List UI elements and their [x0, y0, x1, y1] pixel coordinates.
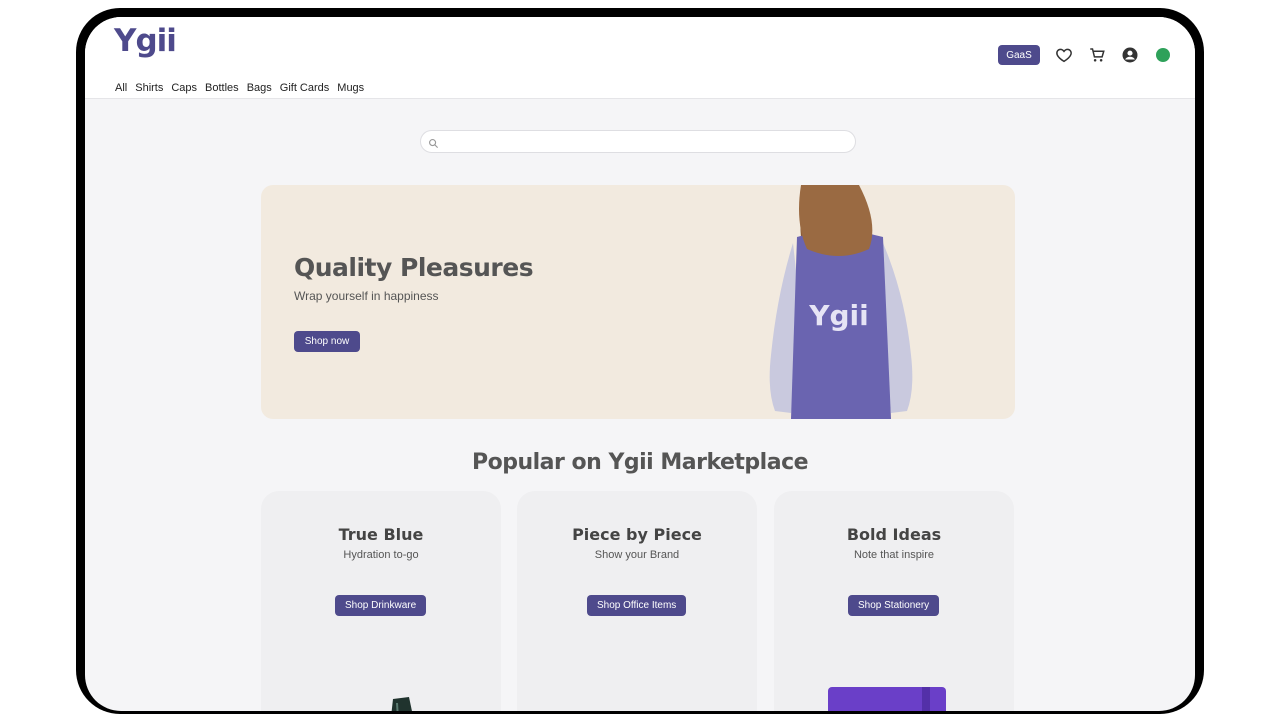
nav-item-bags[interactable]: Bags	[247, 82, 272, 94]
category-nav: All Shirts Caps Bottles Bags Gift Cards …	[115, 82, 372, 94]
screen: Ygii All Shirts Caps Bottles Bags Gift C…	[85, 17, 1195, 711]
nav-item-caps[interactable]: Caps	[171, 82, 197, 94]
card-title: True Blue	[338, 525, 424, 544]
shop-now-button[interactable]: Shop now	[294, 331, 360, 352]
search-icon	[428, 136, 439, 149]
gaas-button[interactable]: GaaS	[998, 45, 1040, 65]
nav-item-gift-cards[interactable]: Gift Cards	[280, 82, 330, 94]
product-card-true-blue[interactable]: True Blue Hydration to-go Shop Drinkware	[261, 491, 501, 711]
card-title: Bold Ideas	[846, 525, 942, 544]
card-subtitle: Show your Brand	[594, 549, 680, 561]
cart-icon[interactable]	[1088, 46, 1106, 64]
heart-icon[interactable]	[1055, 46, 1073, 64]
notebook-image	[828, 687, 946, 711]
search-input[interactable]	[443, 133, 847, 152]
site-header: Ygii All Shirts Caps Bottles Bags Gift C…	[85, 17, 1195, 99]
search-bar[interactable]	[420, 130, 856, 153]
hero-subtitle: Wrap yourself in happiness	[294, 289, 439, 303]
nav-item-mugs[interactable]: Mugs	[337, 82, 364, 94]
product-card-bold-ideas[interactable]: Bold Ideas Note that inspire Shop Statio…	[774, 491, 1014, 711]
account-icon[interactable]	[1121, 46, 1139, 64]
bottle-image	[391, 697, 412, 711]
shop-drinkware-button[interactable]: Shop Drinkware	[335, 595, 427, 616]
device-frame: Ygii All Shirts Caps Bottles Bags Gift C…	[76, 8, 1204, 714]
nav-item-bottles[interactable]: Bottles	[205, 82, 239, 94]
shop-stationery-button[interactable]: Shop Stationery	[848, 595, 940, 616]
nav-item-all[interactable]: All	[115, 82, 127, 94]
card-subtitle: Hydration to-go	[343, 549, 419, 561]
hero-title: Quality Pleasures	[294, 253, 534, 282]
hero-banner: Quality Pleasures Wrap yourself in happi…	[261, 185, 1015, 419]
product-card-piece-by-piece[interactable]: Piece by Piece Show your Brand Shop Offi…	[517, 491, 757, 711]
nav-item-shirts[interactable]: Shirts	[135, 82, 163, 94]
ygii-logo[interactable]: Ygii	[114, 23, 177, 59]
garment-logo-text: Ygii	[808, 299, 869, 332]
shop-office-items-button[interactable]: Shop Office Items	[587, 595, 687, 616]
card-title: Piece by Piece	[572, 525, 702, 544]
popular-section-title: Popular on Ygii Marketplace	[471, 450, 809, 475]
hero-model-image: Ygii	[769, 185, 913, 419]
card-subtitle: Note that inspire	[853, 549, 935, 561]
status-dot-icon[interactable]	[1156, 48, 1170, 62]
